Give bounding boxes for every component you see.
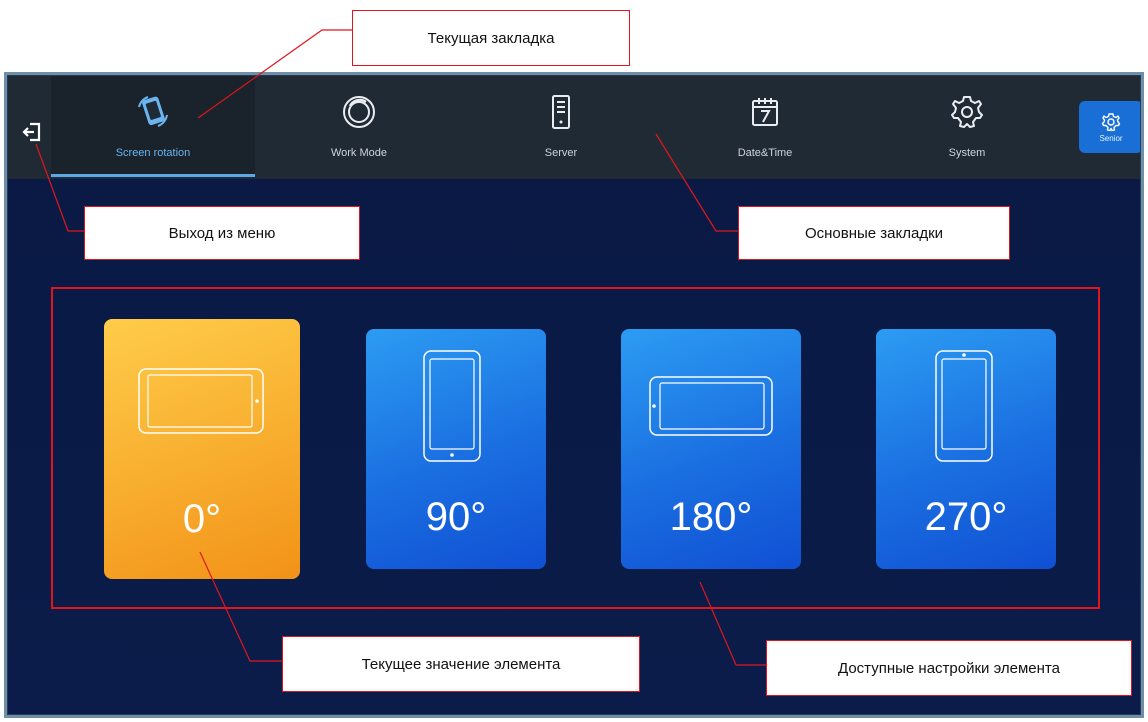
gear-icon: [951, 96, 983, 128]
exit-button[interactable]: [15, 115, 49, 149]
tab-server[interactable]: Server: [459, 75, 663, 177]
calendar-icon: [752, 98, 778, 126]
callout-current-value: Текущее значение элемента: [282, 636, 640, 692]
tab-label: Work Mode: [330, 147, 388, 159]
tab-label: System: [948, 147, 986, 159]
tablet-portrait-icon: [423, 350, 481, 462]
tab-work-mode[interactable]: Work Mode: [257, 75, 461, 177]
rotation-label: 0°: [182, 497, 222, 541]
server-icon: [552, 95, 570, 129]
senior-button[interactable]: Senior: [1079, 101, 1141, 153]
rotation-label: 180°: [669, 495, 753, 539]
tab-bar: Screen rotation Work Mode Server Date&Ti…: [7, 75, 1141, 179]
settings-screen: Screen rotation Work Mode Server Date&Ti…: [4, 72, 1144, 718]
work-mode-icon: [343, 96, 375, 128]
tab-date-time[interactable]: Date&Time: [663, 75, 867, 177]
senior-label: Senior: [1099, 133, 1123, 143]
callout-current-tab: Текущая закладка: [352, 10, 630, 66]
rotation-option-0[interactable]: 0°: [104, 319, 300, 579]
settings-gear-icon: [1101, 112, 1121, 131]
exit-icon: [22, 122, 41, 142]
tablet-portrait-icon: [935, 350, 993, 462]
tab-label: Server: [544, 147, 578, 159]
rotation-label: 270°: [924, 495, 1008, 539]
tab-label: Date&Time: [737, 147, 793, 159]
rotation-option-90[interactable]: 90°: [366, 329, 546, 569]
rotation-option-180[interactable]: 180°: [621, 329, 801, 569]
tab-system[interactable]: System: [865, 75, 1069, 177]
callout-main-tabs: Основные закладки: [738, 206, 1010, 260]
rotation-option-270[interactable]: 270°: [876, 329, 1056, 569]
tablet-landscape-icon: [649, 376, 773, 436]
tab-screen-rotation[interactable]: Screen rotation: [51, 75, 255, 177]
tab-label: Screen rotation: [115, 147, 191, 159]
rotation-label: 90°: [425, 495, 487, 539]
callout-exit-menu: Выход из меню: [84, 206, 360, 260]
screen-rotation-icon: [138, 96, 168, 127]
tablet-landscape-icon: [138, 368, 264, 434]
callout-available-settings: Доступные настройки элемента: [766, 640, 1132, 696]
